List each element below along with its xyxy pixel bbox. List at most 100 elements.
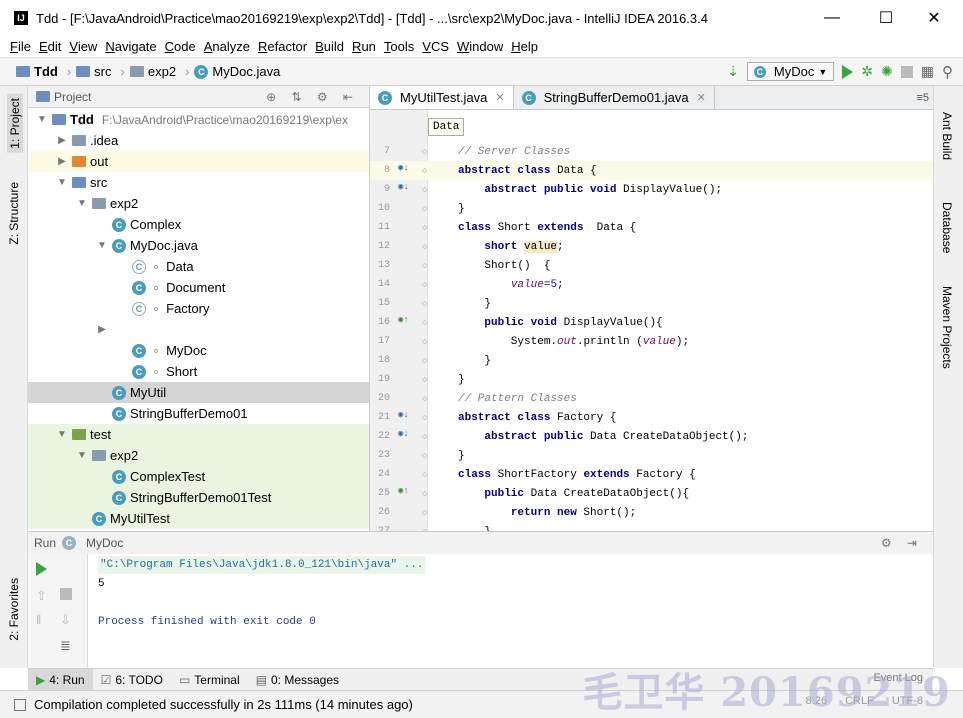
tree-item[interactable]: ▼ test	[28, 424, 369, 445]
code-line[interactable]: 11 class Short extends Data {◇	[370, 218, 933, 237]
scroll-down-icon[interactable]: ⇩	[60, 612, 76, 628]
code-editor[interactable]: 7 // Server Classes ◇ 8 abstract class Data …	[370, 110, 933, 531]
code-line[interactable]: 14 value=5; ◇	[370, 275, 933, 294]
tree-item[interactable]: ▶ out	[28, 151, 369, 172]
menu-item-view[interactable]: View	[69, 39, 97, 54]
tab-stringbufferdemo01[interactable]: C StringBufferDemo01.java ✕	[514, 86, 715, 109]
code-line[interactable]: 13 Short() {◇	[370, 256, 933, 275]
tool-tab-todo[interactable]: ☑ 6: TODO	[93, 669, 171, 691]
code-line[interactable]: 17 System.out.println (value); ◇	[370, 332, 933, 351]
code-line[interactable]: 8 abstract class Data {◉↓ ◇	[370, 161, 933, 180]
close-tab-icon[interactable]: ✕	[495, 91, 504, 104]
maximize-button[interactable]: ☐	[876, 8, 896, 28]
code-line[interactable]: 12 short value; ◇	[370, 237, 933, 256]
code-line[interactable]: 15 } ◇	[370, 294, 933, 313]
menu-item-navigate[interactable]: Navigate	[105, 39, 156, 54]
breadcrumb-item[interactable]: C MyDoc.java	[194, 64, 280, 79]
tree-item[interactable]: ▶ .idea	[28, 130, 369, 151]
tree-item[interactable]: ▼ src	[28, 172, 369, 193]
tool-tab-messages[interactable]: ▤ 0: Messages	[248, 669, 347, 691]
scroll-up-icon[interactable]: ⇧	[36, 588, 52, 604]
settings-icon[interactable]: ⚙ ⇥	[881, 536, 923, 550]
close-tab-icon[interactable]: ✕	[697, 91, 706, 104]
code-line[interactable]: 9 abstract public void DisplayValue(); ◉↓…	[370, 180, 933, 199]
code-line[interactable]: 19} ◇	[370, 370, 933, 389]
code-line[interactable]: 26 return new Short(); ◇	[370, 503, 933, 522]
override-icon[interactable]: ◉↑	[398, 486, 412, 500]
expand-down-icon[interactable]: ▼	[96, 240, 108, 251]
expand-down-icon[interactable]: ▼	[76, 198, 88, 209]
menu-item-vcs[interactable]: VCS	[422, 39, 449, 54]
tree-item[interactable]: C Complex	[28, 214, 369, 235]
expand-right-icon[interactable]: ▶	[56, 135, 68, 146]
implemented-icon[interactable]: ◉↓	[398, 182, 412, 196]
tree-item[interactable]: C ∘ Factory	[28, 298, 369, 319]
implemented-icon[interactable]: ◉↓	[398, 163, 412, 177]
implemented-icon[interactable]: ◉↓	[398, 410, 412, 424]
rerun-icon[interactable]	[36, 562, 52, 578]
expand-down-icon[interactable]: ▼	[76, 450, 88, 461]
menu-item-help[interactable]: Help	[511, 39, 538, 54]
tree-item[interactable]: ▼ C MyDoc.java	[28, 235, 369, 256]
search-icon[interactable]: ⚲	[942, 63, 953, 81]
override-icon[interactable]: ◉↑	[398, 315, 412, 329]
menu-item-window[interactable]: Window	[457, 39, 503, 54]
tab-structure[interactable]: Z: Structure	[7, 182, 21, 245]
breadcrumb-item[interactable]: Tdd	[16, 64, 58, 79]
menu-item-run[interactable]: Run	[352, 39, 376, 54]
code-line[interactable]: 20 // Pattern Classes ◇	[370, 389, 933, 408]
tab-ant-build[interactable]: Ant Build	[940, 112, 954, 160]
pause-icon[interactable]: ‖	[36, 612, 52, 628]
coverage-icon[interactable]: ✺	[881, 63, 893, 80]
tree-item[interactable]: C ∘ Data	[28, 256, 369, 277]
minimize-button[interactable]: —	[822, 8, 842, 28]
tab-database[interactable]: Database	[940, 202, 954, 253]
code-line[interactable]: 10} ◇	[370, 199, 933, 218]
code-line[interactable]: 18 } ◇	[370, 351, 933, 370]
tree-item[interactable]: C ∘ Short	[28, 361, 369, 382]
stop-icon[interactable]	[60, 588, 76, 604]
menu-item-code[interactable]: Code	[165, 39, 196, 54]
code-line[interactable]: 22 abstract public Data CreateDataObject…	[370, 427, 933, 446]
code-line[interactable]: 16 public void DisplayValue(){◉↑ ◇	[370, 313, 933, 332]
menu-item-edit[interactable]: Edit	[39, 39, 61, 54]
tree-item[interactable]: C MyUtil	[28, 382, 369, 403]
breadcrumb-item[interactable]: exp2	[129, 64, 176, 79]
tree-item[interactable]: C MyUtilTest	[28, 508, 369, 529]
tool-tab-terminal[interactable]: ▭ Terminal	[171, 669, 248, 691]
menu-item-file[interactable]: File	[10, 39, 31, 54]
tree-item[interactable]: C ∘ Document	[28, 277, 369, 298]
run-icon[interactable]	[842, 64, 854, 79]
tab-project[interactable]: 1: Project	[7, 94, 23, 153]
panel-tools[interactable]: ⊕ ⇅ ⚙ ⇤	[266, 90, 359, 104]
expand-down-icon[interactable]: ▼	[56, 177, 68, 188]
status-toggle-icon[interactable]	[14, 698, 26, 711]
tree-item[interactable]: ▼ Tdd F:\JavaAndroid\Practice\mao20169219\…	[28, 109, 369, 130]
debug-icon[interactable]: ✲	[861, 63, 873, 80]
tab-myutiltest[interactable]: C MyUtilTest.java ✕	[370, 86, 514, 109]
expand-down-icon[interactable]: ▼	[36, 114, 48, 125]
breadcrumb-item[interactable]: src	[76, 64, 112, 79]
expand-right-icon[interactable]: ▶	[56, 156, 68, 167]
tree-item[interactable]: C ∘ MyDoc	[28, 340, 369, 361]
menu-item-refactor[interactable]: Refactor	[258, 39, 307, 54]
menu-item-build[interactable]: Build	[315, 39, 344, 54]
code-line[interactable]: 27 }◇	[370, 522, 933, 532]
close-button[interactable]: ✕	[924, 8, 944, 28]
tab-count[interactable]: ≡5	[916, 92, 929, 104]
expand-right-icon[interactable]: ▶	[96, 324, 108, 335]
code-line[interactable]: 25 public Data CreateDataObject(){◉↑ ◇	[370, 484, 933, 503]
tab-favorites[interactable]: 2: Favorites	[7, 578, 21, 641]
tree-item[interactable]: ▼ exp2	[28, 193, 369, 214]
build-icon[interactable]: ⇣	[727, 63, 739, 80]
code-line[interactable]: 21 abstract class Factory {◉↓ ◇	[370, 408, 933, 427]
implemented-icon[interactable]: ◉↓	[398, 429, 412, 443]
menu-item-tools[interactable]: Tools	[384, 39, 414, 54]
tab-maven-projects[interactable]: Maven Projects	[940, 286, 954, 369]
stop-icon[interactable]	[900, 65, 913, 78]
code-line[interactable]: 24 class ShortFactory extends Factory {◇	[370, 465, 933, 484]
tree-item[interactable]: ▶	[28, 319, 369, 340]
wrap-icon[interactable]: ≣	[60, 638, 76, 654]
run-config-select[interactable]: C MyDoc ▼	[746, 62, 835, 81]
tree-item[interactable]: ▼ exp2	[28, 445, 369, 466]
